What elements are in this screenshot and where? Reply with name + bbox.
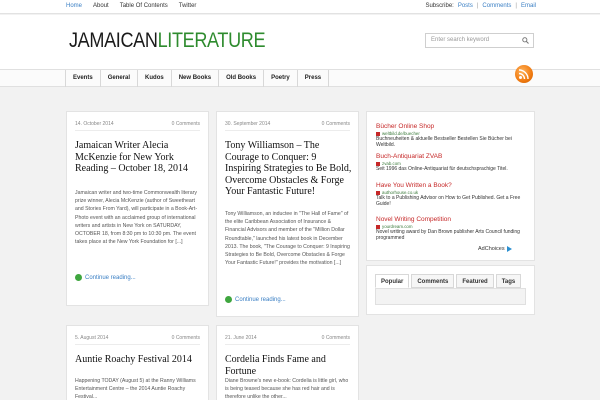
subscribe-separator: | [476, 3, 479, 9]
arrow-circle-icon [225, 296, 232, 303]
arrow-circle-icon [75, 274, 82, 281]
ad-title[interactable]: Novel Writing Competition [376, 216, 532, 223]
subscribe-bar: Subscribe: Posts | Comments | Email [421, 3, 536, 9]
top-nav-about[interactable]: About [93, 3, 109, 9]
post-card: 14. October 2014 0 Comments Jamaican Wri… [66, 111, 209, 306]
tab-popular[interactable]: Popular [375, 274, 410, 288]
post-meta: 5. August 2014 0 Comments [75, 335, 200, 345]
post-meta: 14. October 2014 0 Comments [75, 121, 200, 131]
favicon-icon [376, 190, 380, 195]
nav-item-new-books[interactable]: New Books [172, 70, 220, 87]
top-nav-twitter[interactable]: Twitter [179, 3, 197, 9]
ad-description: Novel writing award by Dan Brown publish… [376, 229, 520, 242]
ad-description: Buchneuheiten & aktuelle Bestseller Best… [376, 136, 512, 149]
ad-item[interactable]: Buch-Antiquariat ZVAB zvab.com Seit 1996… [376, 153, 532, 172]
rss-icon[interactable] [515, 65, 533, 83]
nav-item-old-books[interactable]: Old Books [219, 70, 265, 87]
ad-description: Seit 1996 das Online-Antiquariat für deu… [376, 166, 508, 172]
subscribe-label: Subscribe: [425, 3, 454, 9]
ad-item[interactable]: Bücher Online Shop weltbild.de/buecher B… [376, 123, 532, 149]
category-menu: Events General Kudos New Books Old Books… [65, 70, 330, 87]
post-excerpt: Happening TODAY (August 5) at the Ranny … [75, 378, 196, 400]
ad-item[interactable]: Have You Written a Book? authorhouse.co.… [376, 182, 532, 208]
sponsored-ads: Bücher Online Shop weltbild.de/buecher B… [366, 111, 535, 261]
nav-item-press[interactable]: Press [298, 70, 330, 87]
continue-reading-link[interactable]: Continue reading... [75, 274, 136, 281]
post-card: 30. September 2014 0 Comments Tony Willi… [216, 111, 359, 317]
tab-featured[interactable]: Featured [456, 274, 494, 288]
tab-comments[interactable]: Comments [411, 274, 455, 288]
search-icon[interactable] [522, 37, 529, 44]
tab-panel [375, 288, 526, 305]
search-input[interactable]: Enter search keyword [425, 33, 534, 48]
ad-item[interactable]: Novel Writing Competition yourdream.com … [376, 216, 532, 242]
favicon-icon [376, 224, 380, 229]
tabs-widget: Popular Comments Featured Tags [366, 265, 535, 315]
top-nav-table-of-contents[interactable]: Table Of Contents [120, 3, 168, 9]
subscribe-comments-link[interactable]: Comments [482, 3, 511, 9]
nav-item-general[interactable]: General [101, 70, 139, 87]
top-bar: Home About Table Of Contents Twitter Sub… [0, 0, 600, 14]
post-card: 5. August 2014 0 Comments Auntie Roachy … [66, 325, 209, 400]
post-excerpt: Tony Williamson, an inductee in "The Hal… [225, 211, 350, 267]
post-card: 21. June 2014 0 Comments Cordelia Finds … [216, 325, 359, 400]
post-title[interactable]: Jamaican Writer Alecia McKenzie for New … [75, 140, 202, 175]
post-comments-count[interactable]: 0 Comments [322, 121, 350, 127]
nav-item-events[interactable]: Events [66, 70, 101, 87]
adchoices-label: AdChoices [478, 246, 505, 252]
post-excerpt: Diane Browne's new e-book: Cordelia is l… [225, 378, 349, 400]
post-date: 14. October 2014 [75, 121, 114, 127]
nav-item-kudos[interactable]: Kudos [138, 70, 172, 87]
favicon-icon [376, 131, 380, 136]
post-excerpt: Jamaican writer and two-time Commonwealt… [75, 190, 198, 246]
favicon-icon [376, 161, 380, 166]
logo-part-jamaican: JAMAICAN [69, 29, 158, 52]
subscribe-posts-link[interactable]: Posts [458, 3, 473, 9]
ad-title[interactable]: Have You Written a Book? [376, 182, 532, 189]
continue-reading-label: Continue reading... [85, 274, 136, 281]
adchoices-badge[interactable]: AdChoices [478, 246, 512, 252]
post-comments-count[interactable]: 0 Comments [172, 335, 200, 341]
main-nav: Events General Kudos New Books Old Books… [0, 69, 600, 87]
ad-title[interactable]: Bücher Online Shop [376, 123, 532, 130]
search-placeholder: Enter search keyword [431, 37, 490, 43]
post-date: 21. June 2014 [225, 335, 257, 341]
continue-reading-label: Continue reading... [235, 296, 286, 303]
nav-item-poetry[interactable]: Poetry [264, 70, 298, 87]
site-logo[interactable]: JAMAICANLITERATURE [69, 29, 266, 53]
continue-reading-link[interactable]: Continue reading... [225, 296, 286, 303]
top-nav-home[interactable]: Home [66, 3, 82, 9]
site-header: JAMAICANLITERATURE Enter search keyword [0, 15, 600, 69]
post-comments-count[interactable]: 0 Comments [172, 121, 200, 127]
post-meta: 21. June 2014 0 Comments [225, 335, 350, 345]
tab-row: Popular Comments Featured Tags [375, 274, 523, 288]
ad-description: Talk to a Publishing Advisor on How to G… [376, 195, 521, 208]
top-nav: Home About Table Of Contents Twitter [66, 3, 207, 9]
post-meta: 30. September 2014 0 Comments [225, 121, 350, 131]
logo-part-literature: LITERATURE [157, 29, 266, 52]
adchoices-icon [506, 246, 512, 252]
post-date: 5. August 2014 [75, 335, 109, 341]
post-date: 30. September 2014 [225, 121, 271, 127]
post-title[interactable]: Tony Williamson – The Courage to Conquer… [225, 140, 352, 198]
post-comments-count[interactable]: 0 Comments [322, 335, 350, 341]
ad-title[interactable]: Buch-Antiquariat ZVAB [376, 153, 532, 160]
tab-tags[interactable]: Tags [495, 274, 522, 288]
post-title[interactable]: Cordelia Finds Fame and Fortune [225, 354, 352, 377]
subscribe-separator: | [515, 3, 517, 9]
post-title[interactable]: Auntie Roachy Festival 2014 [75, 354, 202, 366]
subscribe-email-link[interactable]: Email [521, 3, 536, 9]
